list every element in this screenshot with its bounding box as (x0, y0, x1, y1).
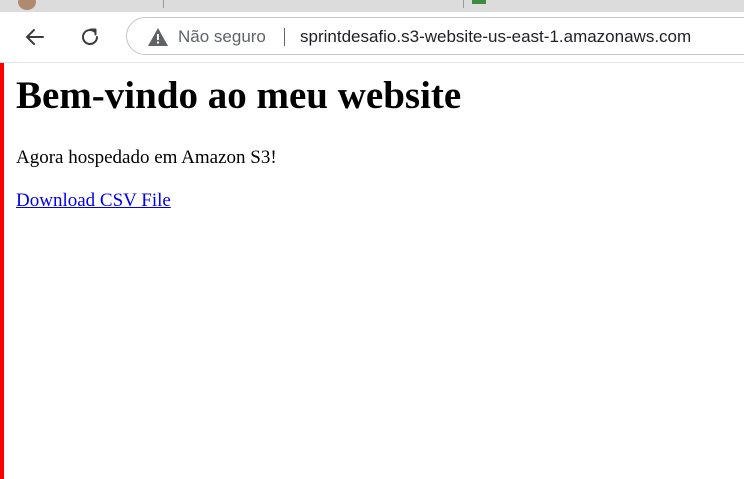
download-csv-link[interactable]: Download CSV File (16, 190, 171, 212)
browser-toolbar: Não seguro sprintdesafio.s3-website-us-e… (0, 12, 744, 63)
reload-icon (82, 28, 98, 45)
warning-triangle-icon[interactable] (147, 27, 169, 47)
back-button[interactable] (20, 22, 50, 52)
url-text[interactable]: sprintdesafio.s3-website-us-east-1.amazo… (300, 27, 691, 47)
tab-favicon (472, 0, 486, 4)
profile-avatar[interactable] (18, 0, 36, 10)
left-edge-bar (0, 63, 4, 479)
security-status-label[interactable]: Não seguro (178, 27, 266, 47)
hosting-message: Agora hospedado em Amazon S3! (16, 147, 277, 168)
address-bar[interactable]: Não seguro sprintdesafio.s3-website-us-e… (126, 17, 744, 55)
page-viewport (0, 63, 744, 479)
browser-window: Não seguro sprintdesafio.s3-website-us-e… (0, 0, 744, 479)
arrow-left-icon (26, 29, 44, 45)
reload-button[interactable] (75, 22, 105, 52)
tab-separator (163, 0, 164, 8)
address-divider (284, 28, 285, 46)
page-title: Bem-vindo ao meu website (16, 74, 462, 117)
tab-separator (463, 0, 464, 8)
